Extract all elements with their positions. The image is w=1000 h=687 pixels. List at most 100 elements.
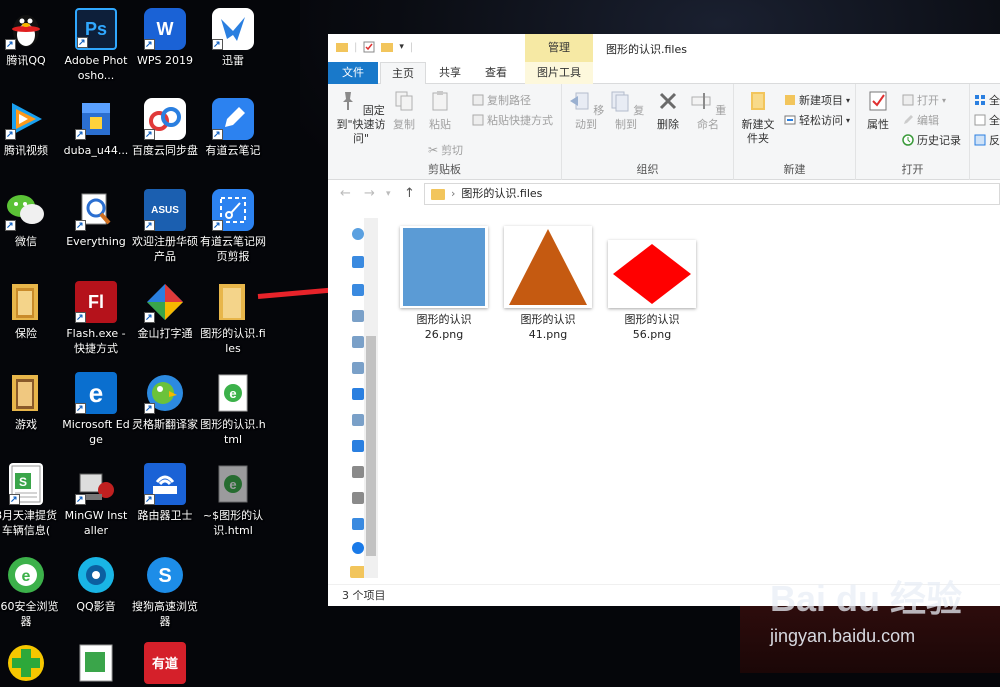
desktop-icon-game-folder[interactable]: 游戏 bbox=[0, 372, 60, 432]
desktop-icon-photoshop[interactable]: Ps Adobe Photosho... bbox=[62, 8, 130, 83]
desktop-icon-baidu-cloud[interactable]: 百度云同步盘 bbox=[131, 98, 199, 158]
3d-objects-icon[interactable] bbox=[352, 284, 364, 296]
properties-button[interactable]: 属性 bbox=[860, 90, 896, 132]
address-bar[interactable]: › 图形的认识.files bbox=[424, 183, 1000, 205]
pictures-icon[interactable] bbox=[352, 336, 364, 348]
select-none-button[interactable]: 全 bbox=[974, 112, 1000, 128]
copy-to-button[interactable]: 复制到 bbox=[606, 90, 646, 132]
desktop-icon-asus[interactable]: ASUS 欢迎注册华硕产品 bbox=[131, 189, 199, 264]
paste-shortcut-button[interactable]: 粘贴快捷方式 bbox=[472, 112, 553, 128]
properties-check-icon[interactable] bbox=[363, 41, 375, 53]
desktop-icon-excel-file[interactable]: S 8月天津提货车辆信息( bbox=[0, 463, 60, 538]
new-item-button[interactable]: 新建项目 ▾ bbox=[784, 92, 850, 108]
downloads-icon[interactable] bbox=[352, 388, 364, 400]
pin-quick-access-button[interactable]: 固定到"快速访问" bbox=[334, 90, 388, 146]
desktop-icon-router[interactable]: 路由器卫士 bbox=[131, 463, 199, 523]
desktop-icon-mingw[interactable]: MinGW Installer bbox=[62, 463, 130, 538]
delete-button[interactable]: 删除 bbox=[652, 90, 684, 132]
select-all-button[interactable]: 全 bbox=[974, 92, 1000, 108]
desktop-icon-files-folder[interactable]: 图形的认识.files bbox=[199, 281, 267, 356]
tab-home[interactable]: 主页 bbox=[380, 62, 426, 85]
nav-scrollbar[interactable] bbox=[364, 218, 378, 578]
desktop-icon-xunlei[interactable]: 迅雷 bbox=[199, 8, 267, 68]
music-icon[interactable] bbox=[352, 414, 364, 426]
documents-icon[interactable] bbox=[352, 362, 364, 374]
desktop-icon-baoxian-folder[interactable]: 保险 bbox=[0, 281, 60, 341]
cut-button[interactable]: ✂ 剪切 bbox=[428, 142, 463, 158]
desktop-icon-qq[interactable]: 腾讯QQ bbox=[0, 8, 60, 68]
manage-context-tab[interactable]: 管理 bbox=[525, 34, 593, 62]
tab-view[interactable]: 查看 bbox=[474, 62, 518, 84]
file-item[interactable]: 图形的认识 41.png bbox=[500, 226, 596, 342]
drive-c-icon[interactable] bbox=[352, 466, 364, 478]
homegroup-icon[interactable] bbox=[352, 542, 364, 554]
new-folder-icon[interactable] bbox=[381, 41, 394, 53]
desktop-icon-wps-sheet[interactable] bbox=[62, 642, 130, 687]
desktop-icon[interactable] bbox=[352, 440, 364, 452]
edit-pencil-icon bbox=[904, 115, 913, 124]
file-thumbnail bbox=[504, 226, 592, 308]
rename-button[interactable]: 重命名 bbox=[688, 90, 728, 132]
tab-file[interactable]: 文件 bbox=[328, 62, 378, 84]
copy-path-button[interactable]: 复制路径 bbox=[472, 92, 531, 108]
move-to-button[interactable]: 移动到 bbox=[566, 90, 606, 132]
drive-d-icon[interactable] bbox=[352, 492, 364, 504]
desktop-icon-360-browser[interactable]: e 360安全浏览器 bbox=[0, 554, 60, 629]
desktop-icon-edge[interactable]: e Microsoft Edge bbox=[62, 372, 130, 447]
copy-icon bbox=[395, 91, 413, 111]
desktop-icon-qq-player[interactable]: QQ影音 bbox=[62, 554, 130, 614]
easy-access-button[interactable]: 轻松访问 ▾ bbox=[784, 112, 850, 128]
desktop-icon-youdao-note[interactable]: 有道云笔记 bbox=[199, 98, 267, 158]
file-thumbnail bbox=[608, 240, 696, 308]
paste-clipboard-icon bbox=[432, 91, 448, 111]
tab-share[interactable]: 共享 bbox=[428, 62, 472, 84]
desktop-icon-html-file[interactable]: e 图形的认识.html bbox=[199, 372, 267, 447]
edit-label: 编辑 bbox=[917, 114, 939, 127]
desktop-icon-typing[interactable]: 金山打字通 bbox=[131, 281, 199, 341]
network-icon[interactable] bbox=[352, 518, 364, 530]
file-item[interactable]: 图形的认识 26.png bbox=[396, 226, 492, 342]
watermark-url: jingyan.baidu.com bbox=[770, 626, 916, 646]
history-button[interactable]: 历史记录 bbox=[902, 132, 961, 148]
file-item[interactable]: 图形的认识 56.png bbox=[604, 226, 700, 342]
invert-selection-button[interactable]: 反 bbox=[974, 132, 1000, 148]
group-label: 组织 bbox=[636, 163, 659, 176]
edit-button[interactable]: 编辑 bbox=[902, 112, 939, 128]
paste-button[interactable]: 粘贴 bbox=[424, 90, 456, 132]
desktop-icon-duba[interactable]: duba_u44... bbox=[62, 98, 130, 158]
onedrive-icon[interactable] bbox=[352, 228, 364, 240]
videos-icon[interactable] bbox=[352, 310, 364, 322]
desktop-icon-wps[interactable]: W WPS 2019 bbox=[131, 8, 199, 68]
wps-spreadsheet-icon bbox=[75, 642, 117, 684]
forward-arrow-icon[interactable]: → bbox=[364, 186, 375, 201]
tencent-video-icon bbox=[5, 98, 47, 142]
scrollbar-thumb[interactable] bbox=[366, 336, 376, 556]
select-group: 全 全 反 bbox=[970, 84, 1000, 180]
desktop-icon-everything[interactable]: Everything bbox=[62, 189, 130, 249]
photoshop-icon: Ps bbox=[75, 8, 117, 50]
desktop-icon-lingoes[interactable]: 灵格斯翻译家 bbox=[131, 372, 199, 432]
qat-dropdown-icon[interactable]: ▾ bbox=[399, 42, 404, 52]
copy-button[interactable]: 复制 bbox=[388, 90, 420, 132]
desktop-icon-youdao-clipper[interactable]: 有道云笔记网页剪报 bbox=[199, 189, 267, 264]
desktop-icon-temp-html[interactable]: e ~$图形的认识.html bbox=[199, 463, 267, 538]
new-folder-button[interactable]: 新建文件夹 bbox=[738, 90, 778, 146]
easy-access-label: 轻松访问 bbox=[799, 114, 843, 127]
desktop-icon-flash[interactable]: Fl Flash.exe - 快捷方式 bbox=[62, 281, 130, 356]
delete-x-icon bbox=[659, 92, 677, 110]
desktop-icon-green-plus[interactable] bbox=[0, 642, 60, 687]
tab-picture-tools[interactable]: 图片工具 bbox=[525, 62, 593, 84]
desktop-icon-sogou[interactable]: S 搜狗高速浏览器 bbox=[131, 554, 199, 629]
this-pc-icon[interactable] bbox=[352, 256, 364, 268]
desktop-icon-tencent-video[interactable]: 腾讯视频 bbox=[0, 98, 60, 158]
flash-icon: Fl bbox=[75, 281, 117, 325]
desktop-icon-youdao-dict[interactable]: 有道 bbox=[131, 642, 199, 687]
open-button[interactable]: 打开 ▾ bbox=[902, 92, 946, 108]
address-path[interactable]: 图形的认识.files bbox=[461, 184, 542, 204]
desktop-icon-wechat[interactable]: 微信 bbox=[0, 189, 60, 249]
select-none-icon bbox=[974, 114, 986, 126]
select-all-label: 全 bbox=[989, 94, 1000, 107]
up-arrow-icon[interactable]: ↑ bbox=[404, 186, 415, 201]
back-arrow-icon[interactable]: ← bbox=[340, 186, 351, 201]
recent-dropdown-icon[interactable]: ▾ bbox=[386, 189, 391, 199]
